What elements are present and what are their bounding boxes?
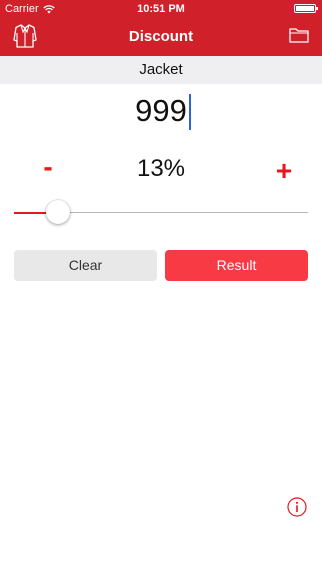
status-bar: Carrier 10:51 PM <box>0 0 322 18</box>
battery-icon <box>294 4 318 13</box>
price-field[interactable]: 999 <box>0 92 322 130</box>
folder-icon[interactable] <box>289 26 309 44</box>
page-title: Discount <box>128 28 194 45</box>
clear-button[interactable]: Clear <box>14 250 157 281</box>
discount-slider[interactable] <box>14 200 308 226</box>
result-button[interactable]: Result <box>165 250 308 281</box>
info-icon[interactable] <box>287 497 307 517</box>
header: Carrier 10:51 PM Discount <box>0 0 322 56</box>
slider-thumb[interactable] <box>46 200 70 224</box>
discount-screen: Carrier 10:51 PM Discount Jacket 999 - 1… <box>0 0 322 572</box>
text-caret <box>188 94 191 130</box>
nav-bar: Discount <box>0 18 322 56</box>
price-value: 999 <box>135 93 187 128</box>
increase-button[interactable]: + <box>271 157 297 185</box>
item-name-bar[interactable]: Jacket <box>0 56 322 84</box>
status-time: 10:51 PM <box>137 3 185 15</box>
